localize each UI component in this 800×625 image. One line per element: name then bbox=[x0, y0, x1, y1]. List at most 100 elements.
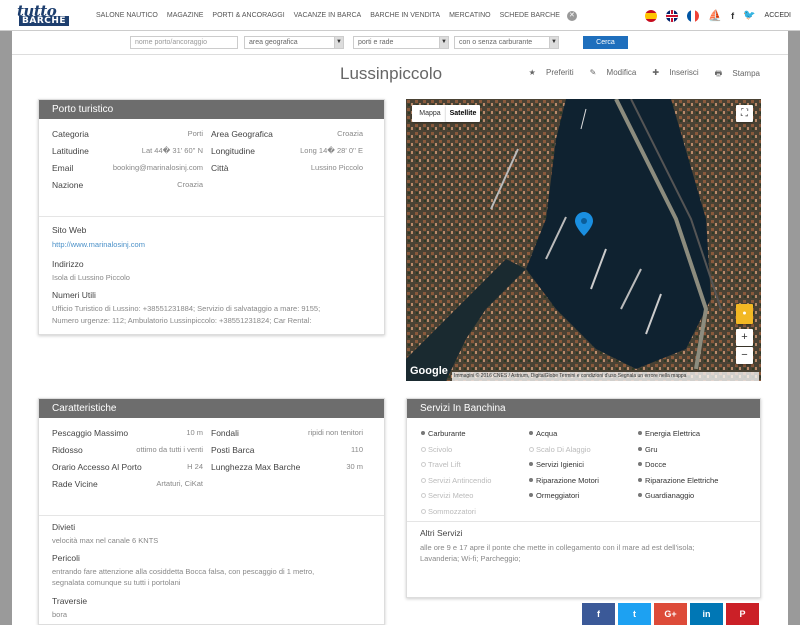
fuel-select[interactable]: con o senza carburante ▼ bbox=[454, 36, 559, 49]
fullscreen-icon[interactable]: ⛶ bbox=[736, 105, 753, 122]
service-carburante: Carburante bbox=[421, 429, 466, 438]
nav-item-magazine[interactable]: MAGAZINE bbox=[167, 12, 204, 19]
site-logo[interactable]: tutto BARCHE bbox=[17, 2, 89, 26]
service-riparazione-motori: Riparazione Motori bbox=[529, 476, 599, 485]
nav-item-mercatino[interactable]: MERCATINO bbox=[449, 12, 490, 19]
search-button[interactable]: Cerca bbox=[583, 36, 628, 49]
flag-es-icon[interactable] bbox=[645, 9, 658, 22]
divider bbox=[39, 515, 384, 516]
nav-item-porti-ancoraggi[interactable]: PORTI & ANCORAGGI bbox=[212, 12, 284, 19]
service-acqua: Acqua bbox=[529, 429, 557, 438]
search-bar: nome porto/ancoraggio area geografica ▼ … bbox=[12, 31, 788, 55]
main-nav: SALONE NAUTICO MAGAZINE PORTI & ANCORAGG… bbox=[96, 0, 586, 31]
chevron-down-icon: ▼ bbox=[439, 37, 448, 48]
location-pin-icon[interactable] bbox=[575, 212, 593, 236]
logo-text-bottom: BARCHE bbox=[19, 16, 70, 26]
servizi-panel-header: Servizi In Banchina bbox=[407, 399, 760, 418]
porto-panel: Porto turistico Categoria Porti Latitudin… bbox=[38, 99, 385, 335]
page-actions: ★ Preferiti ✎ Modifica ✚ Inserisci 🖶 Sta… bbox=[513, 68, 760, 82]
zoom-out-button[interactable]: − bbox=[736, 347, 753, 364]
sito-link[interactable]: http://www.marinalosinj.com bbox=[52, 240, 145, 249]
map-credits: Immagini © 2016 CNES / Astrium, DigitalG… bbox=[452, 372, 759, 381]
satellite-map[interactable]: Mappa Satellite ⛶ ● + − Google Immagini … bbox=[406, 99, 761, 381]
login-link[interactable]: ACCEDI bbox=[765, 12, 791, 19]
divider bbox=[407, 521, 760, 522]
service-energia-elettrica: Energia Elettrica bbox=[638, 429, 700, 438]
chevron-down-icon: ▼ bbox=[334, 37, 343, 48]
map-imagery bbox=[406, 99, 761, 381]
service-gru: Gru bbox=[638, 445, 658, 454]
preferiti-link[interactable]: ★ Preferiti bbox=[521, 68, 574, 82]
service-servizi-igienici: Servizi Igienici bbox=[529, 460, 584, 469]
map-type-mappa-button[interactable]: Mappa bbox=[412, 105, 448, 122]
type-select-value: porti e rade bbox=[358, 39, 394, 46]
map-type-satellite-button[interactable]: Satellite bbox=[446, 105, 480, 122]
altri-servizi-line-1: alle ore 9 e 17 apre il ponte che mette … bbox=[420, 543, 695, 552]
service-servizi-meteo: Servizi Meteo bbox=[421, 491, 473, 500]
divieti-label: Divieti bbox=[52, 522, 76, 532]
nav-item-salone-nautico[interactable]: SALONE NAUTICO bbox=[96, 12, 158, 19]
top-navbar: tutto BARCHE SALONE NAUTICO MAGAZINE POR… bbox=[0, 0, 800, 31]
service-servizi-antincendio: Servizi Antincendio bbox=[421, 476, 491, 485]
print-icon: 🖶 bbox=[714, 69, 723, 78]
traversie-label: Traversie bbox=[52, 596, 88, 606]
facebook-icon[interactable]: f bbox=[731, 11, 734, 21]
service-ormeggiatori: Ormeggiatori bbox=[529, 491, 579, 500]
boat-icon[interactable]: ⛵ bbox=[708, 9, 722, 22]
numeri-line-1: Ufficio Turistico di Lussino: +385512318… bbox=[52, 304, 321, 313]
numeri-label: Numeri Utili bbox=[52, 290, 96, 300]
pencil-icon: ✎ bbox=[589, 68, 597, 77]
nav-item-vacanze-in-barca[interactable]: VACANZE IN BARCA bbox=[294, 12, 362, 19]
port-name-input[interactable]: nome porto/ancoraggio bbox=[130, 36, 238, 49]
caratteristiche-panel: Caratteristiche Pescaggio Massimo 10 m Ri… bbox=[38, 398, 385, 625]
service-travel-lift: Travel Lift bbox=[421, 460, 461, 469]
altri-servizi-label: Altri Servizi bbox=[420, 528, 463, 538]
nav-item-barche-in-vendita[interactable]: BARCHE IN VENDITA bbox=[370, 12, 440, 19]
facebook-share-button[interactable]: f bbox=[582, 603, 615, 625]
service-guardianaggio: Guardianaggio bbox=[638, 491, 694, 500]
porto-panel-header: Porto turistico bbox=[39, 100, 384, 119]
street-view-icon[interactable]: ● bbox=[736, 304, 753, 324]
divieti-value: velocità max nel canale 6 KNTS bbox=[52, 536, 159, 545]
pericoli-line-2: segnalata comunque su tutti i portolani bbox=[52, 578, 181, 587]
stampa-link[interactable]: 🖶 Stampa bbox=[707, 68, 760, 82]
type-select[interactable]: porti e rade ▼ bbox=[353, 36, 449, 49]
service-riparazione-elettriche: Riparazione Elettriche bbox=[638, 476, 718, 485]
area-select[interactable]: area geografica ▼ bbox=[244, 36, 344, 49]
nav-item-schede-barche[interactable]: SCHEDE BARCHE bbox=[500, 12, 560, 19]
pinterest-share-button[interactable]: P bbox=[726, 603, 759, 625]
numeri-line-2: Numero urgenze: 112; Ambulatorio Lussinp… bbox=[52, 316, 312, 325]
star-icon: ★ bbox=[528, 68, 536, 77]
googleplus-share-button[interactable]: G+ bbox=[654, 603, 687, 625]
area-select-value: area geografica bbox=[249, 39, 298, 46]
indirizzo-value: Isola di Lussino Piccolo bbox=[52, 273, 130, 282]
divider bbox=[39, 216, 384, 217]
pericoli-line-1: entrando fare attenzione alla cosiddetta… bbox=[52, 567, 315, 576]
close-icon[interactable]: ✕ bbox=[566, 10, 577, 21]
inserisci-link[interactable]: ✚ Inserisci bbox=[644, 68, 698, 82]
indirizzo-label: Indirizzo bbox=[52, 259, 84, 269]
header-right-icons: ⛵ f 🐦 ACCEDI bbox=[645, 0, 800, 31]
twitter-share-button[interactable]: t bbox=[618, 603, 651, 625]
pericoli-label: Pericoli bbox=[52, 553, 80, 563]
plus-icon: ✚ bbox=[652, 68, 660, 77]
traversie-value: bora bbox=[52, 610, 68, 619]
google-logo: Google bbox=[410, 365, 448, 377]
service-docce: Docce bbox=[638, 460, 666, 469]
fuel-select-value: con o senza carburante bbox=[459, 39, 533, 46]
servizi-panel: Servizi In Banchina Altri Servizi alle o… bbox=[406, 398, 761, 598]
modifica-link[interactable]: ✎ Modifica bbox=[582, 68, 637, 82]
altri-servizi-line-2: Lavanderia; Wi-fi; Parcheggio; bbox=[420, 554, 521, 563]
caratteristiche-panel-header: Caratteristiche bbox=[39, 399, 384, 418]
linkedin-share-button[interactable]: in bbox=[690, 603, 723, 625]
flag-gb-icon[interactable] bbox=[666, 9, 679, 22]
service-scalo-di-alaggio: Scalo Di Alaggio bbox=[529, 445, 591, 454]
twitter-icon[interactable]: 🐦 bbox=[743, 10, 755, 21]
flag-fr-icon[interactable] bbox=[687, 9, 700, 22]
service-sommozzatori: Sommozzatori bbox=[421, 507, 476, 516]
service-scivolo: Scivolo bbox=[421, 445, 452, 454]
zoom-in-button[interactable]: + bbox=[736, 329, 753, 346]
chevron-down-icon: ▼ bbox=[549, 37, 558, 48]
page-title: Lussinpiccolo bbox=[340, 64, 443, 83]
sito-label: Sito Web bbox=[52, 225, 87, 235]
